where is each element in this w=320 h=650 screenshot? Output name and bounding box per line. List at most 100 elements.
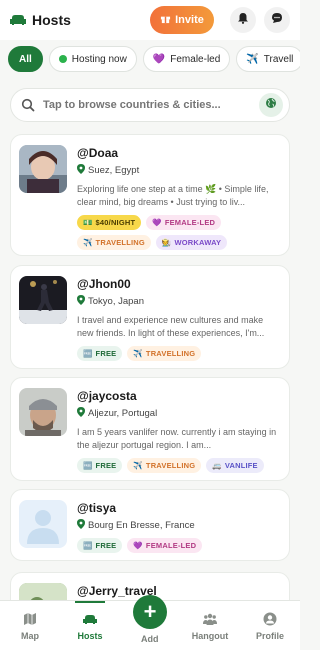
tag-workaway: 🧑‍🌾 WORKAWAY [155, 235, 228, 250]
location-pin-icon [77, 295, 85, 308]
online-dot-icon [58, 55, 67, 63]
app-header: Hosts Invite [0, 0, 300, 40]
bottom-nav: Map Hosts Hangout Profile + Add [0, 595, 300, 650]
avatar [19, 276, 67, 324]
host-username: @Jhon00 [77, 277, 131, 291]
search-bar[interactable] [10, 88, 290, 122]
host-location-text: Tokyo, Japan [88, 296, 144, 307]
filter-chip-hosting-now[interactable]: Hosting now [48, 46, 137, 72]
purple-heart-icon: 💜 [152, 218, 162, 227]
nav-label: Map [21, 630, 39, 641]
nav-hosts[interactable]: Hosts [60, 601, 120, 650]
host-card[interactable]: @jaycosta Aljezur, Portugal I am 5 years… [10, 377, 290, 481]
filter-chip-all[interactable]: All [8, 46, 43, 72]
airplane-icon: ✈️ [133, 349, 143, 358]
tag-label: WORKAWAY [174, 238, 222, 247]
host-bio: Exploring life one step at a time 🌿 • Si… [77, 184, 269, 207]
location-pin-icon [77, 164, 85, 177]
free-icon: 🆓 [83, 541, 93, 550]
globe-icon [265, 96, 277, 114]
avatar [19, 583, 67, 600]
host-username: @tisya [77, 501, 117, 515]
free-icon: 🆓 [83, 461, 93, 470]
purple-heart-icon: 💜 [133, 541, 143, 550]
filter-chip-label: All [19, 53, 32, 65]
host-bio: I am 5 years vanlifer now. currently i a… [77, 427, 277, 450]
host-username: @jaycosta [77, 389, 137, 403]
tag-label: FREE [95, 461, 117, 470]
filter-chip-female-led[interactable]: 💜 Female-led [142, 46, 231, 72]
host-location: Suez, Egypt [77, 164, 281, 177]
messages-button[interactable] [264, 7, 290, 33]
search-icon [21, 98, 35, 112]
airplane-icon: ✈️ [83, 238, 93, 247]
chat-bubble-icon [271, 11, 283, 29]
avatar [19, 500, 67, 548]
filter-chip-travelling[interactable]: ✈️ Travell [236, 46, 300, 72]
airplane-icon: ✈️ [133, 461, 143, 470]
tag-travelling: ✈️ TRAVELLING [77, 235, 151, 250]
gift-icon [160, 13, 171, 27]
profile-icon [263, 612, 277, 628]
page-title: Hosts [32, 12, 71, 28]
tag-label: FREE [95, 541, 117, 550]
host-card[interactable]: @Jhon00 Tokyo, Japan I travel and experi… [10, 265, 290, 369]
host-tags: 🆓 FREE ✈️ TRAVELLING [77, 346, 281, 361]
add-button[interactable]: + [133, 595, 167, 629]
host-bio: I travel and experience new cultures and… [77, 315, 265, 338]
nav-profile[interactable]: Profile [240, 601, 300, 650]
host-tags: 🆓 FREE ✈️ TRAVELLING 🚐 VANLIFE [77, 458, 281, 473]
add-label: Add [141, 634, 159, 644]
tag-label: TRAVELLING [145, 461, 196, 470]
filter-chip-label: Hosting now [71, 53, 127, 65]
host-location-text: Aljezur, Portugal [88, 408, 158, 419]
host-card[interactable]: @tisya Bourg En Bresse, France 🆓 FREE 💜 FE… [10, 489, 290, 561]
invite-label: Invite [175, 14, 204, 26]
globe-button[interactable] [259, 93, 283, 117]
tag-female-led: 💜 FEMALE-LED [146, 215, 222, 230]
tag-label: VANLIFE [224, 461, 258, 470]
tag-free: 🆓 FREE [77, 346, 123, 361]
host-username: @Jerry_travel [77, 584, 157, 598]
tag-label: FEMALE-LED [164, 218, 216, 227]
tag-label: TRAVELLING [145, 349, 196, 358]
purple-heart-icon: 💜 [152, 53, 166, 65]
location-pin-icon [77, 407, 85, 420]
nav-hangout[interactable]: Hangout [180, 601, 240, 650]
sofa-icon [10, 14, 26, 26]
farmer-icon: 🧑‍🌾 [161, 238, 172, 247]
sofa-icon [83, 612, 97, 628]
filter-chip-label: Female-led [170, 53, 221, 65]
plus-icon: + [143, 599, 157, 624]
nav-label: Hangout [191, 630, 229, 641]
invite-button[interactable]: Invite [150, 6, 214, 34]
avatar [19, 388, 67, 436]
avatar [19, 145, 67, 193]
host-location-text: Bourg En Bresse, France [88, 520, 195, 531]
host-list[interactable]: @Doaa Suez, Egypt Exploring life one ste… [0, 132, 300, 600]
search-input[interactable] [43, 99, 259, 111]
tag-free: 🆓 FREE [77, 458, 123, 473]
tag-female-led: 💜 FEMALE-LED [127, 538, 203, 553]
money-icon: 💵 [83, 218, 93, 227]
nav-label: Hosts [77, 630, 103, 641]
tag-vanlife: 🚐 VANLIFE [206, 458, 264, 473]
filter-chip-label: Travell [263, 53, 294, 65]
tag-price: 💵 $40/NIGHT [77, 215, 142, 230]
host-card[interactable]: @Doaa Suez, Egypt Exploring life one ste… [10, 134, 290, 256]
nav-map[interactable]: Map [0, 601, 60, 650]
tag-travelling: ✈️ TRAVELLING [127, 346, 202, 361]
host-location: Aljezur, Portugal [77, 407, 281, 420]
notifications-button[interactable] [230, 7, 256, 33]
tag-free: 🆓 FREE [77, 538, 123, 553]
host-tags: 💵 $40/NIGHT 💜 FEMALE-LED ✈️ TRAVELLING 🧑‍🌾 W… [77, 215, 281, 250]
location-pin-icon [77, 519, 85, 532]
group-icon [203, 612, 217, 628]
nav-label: Profile [255, 630, 284, 641]
tag-label: $40/NIGHT [95, 218, 136, 227]
tag-label: FREE [95, 349, 117, 358]
host-tags: 🆓 FREE 💜 FEMALE-LED [77, 538, 281, 553]
filter-chips: All Hosting now 💜 Female-led ✈️ Travell [0, 46, 300, 76]
host-location: Tokyo, Japan [77, 295, 281, 308]
van-icon: 🚐 [212, 461, 222, 470]
